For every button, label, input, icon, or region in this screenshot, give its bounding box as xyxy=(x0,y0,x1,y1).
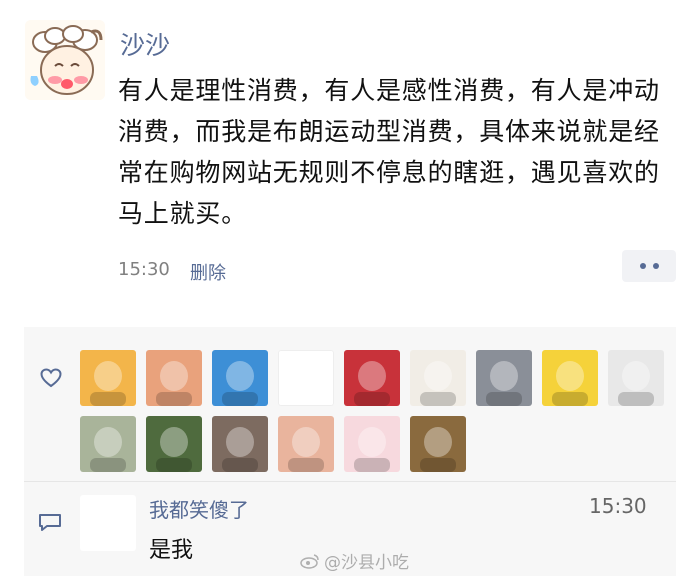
dot-icon xyxy=(639,263,646,269)
watermark: @沙县小吃 xyxy=(300,548,409,573)
liker-avatar-spongebob[interactable] xyxy=(212,350,268,406)
post-timestamp: 15:30 xyxy=(118,259,170,280)
weibo-logo-icon xyxy=(300,553,319,569)
comment-text: 是我 xyxy=(149,538,194,563)
liker-avatar-panda[interactable] xyxy=(146,416,202,472)
comment-timestamp: 15:30 xyxy=(589,494,647,518)
liker-avatar-boy-sunset[interactable] xyxy=(146,350,202,406)
author-avatar[interactable] xyxy=(25,20,105,100)
author-name[interactable]: 沙沙 xyxy=(120,26,170,62)
liker-avatar-girl-red-hat[interactable] xyxy=(344,350,400,406)
more-options-button[interactable] xyxy=(622,250,676,282)
divider xyxy=(24,481,676,482)
liker-avatar-tiger[interactable] xyxy=(410,416,466,472)
delete-link[interactable]: 删除 xyxy=(190,259,226,285)
liker-avatar-pig[interactable] xyxy=(212,416,268,472)
liker-avatar-anime-girl[interactable] xyxy=(344,416,400,472)
liker-avatar-white-horse[interactable] xyxy=(80,416,136,472)
liker-avatar-girl-phone[interactable] xyxy=(278,416,334,472)
liker-avatar-yellow-dino[interactable] xyxy=(542,350,598,406)
heart-icon xyxy=(40,368,62,388)
liker-avatar-kakashi[interactable] xyxy=(476,350,532,406)
commenter-avatar[interactable] xyxy=(80,495,136,551)
watermark-text: @沙县小吃 xyxy=(324,553,409,573)
dot-icon xyxy=(652,263,659,269)
comment-icon xyxy=(39,514,61,531)
post-text: 有人是理性消费，有人是感性消费，有人是冲动消费，而我是布朗运动型消费，具体来说就… xyxy=(118,76,660,228)
liker-avatar-blank[interactable] xyxy=(278,350,334,406)
liker-avatar-sketch-boy[interactable] xyxy=(410,350,466,406)
liker-avatar-masked-man[interactable] xyxy=(80,350,136,406)
liker-avatar-hooded-figure[interactable] xyxy=(608,350,664,406)
commenter-name[interactable]: 我都笑傻了 xyxy=(149,494,249,523)
